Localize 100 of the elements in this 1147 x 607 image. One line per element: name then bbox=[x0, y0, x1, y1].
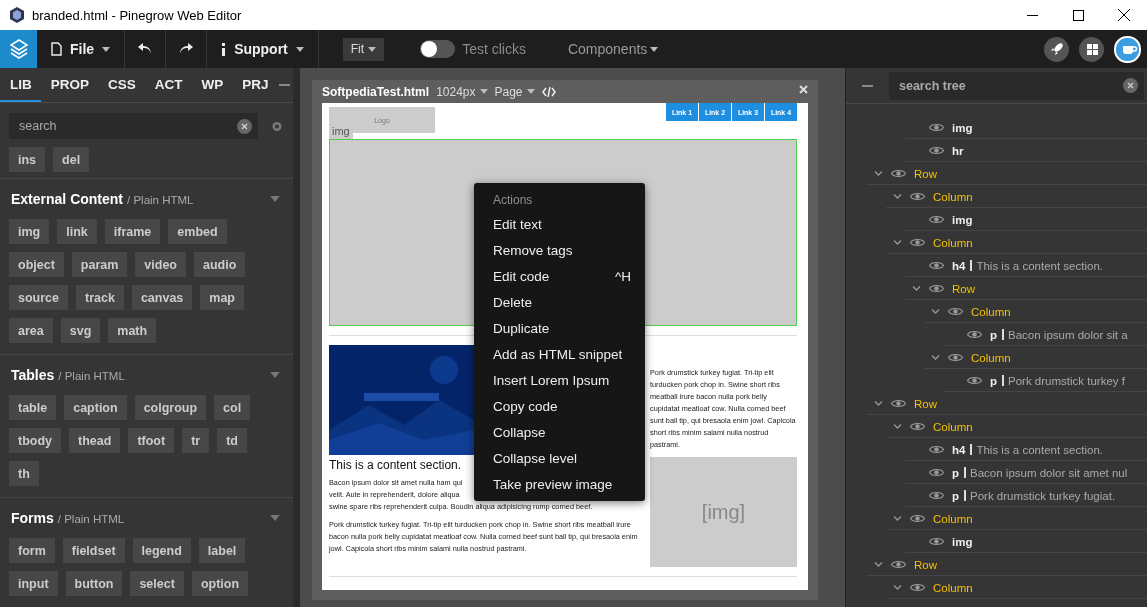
element-button[interactable]: video bbox=[135, 252, 186, 277]
tree-item[interactable]: Column bbox=[846, 415, 1147, 438]
eye-icon[interactable] bbox=[948, 307, 963, 316]
eye-icon[interactable] bbox=[929, 261, 944, 270]
element-button[interactable]: tr bbox=[182, 428, 210, 453]
test-clicks-toggle[interactable] bbox=[420, 40, 456, 58]
chevron-icon[interactable] bbox=[873, 399, 883, 408]
rocket-icon[interactable] bbox=[1044, 36, 1069, 62]
logo-icon[interactable] bbox=[0, 30, 37, 68]
menu-item[interactable]: Edit text bbox=[474, 211, 645, 237]
element-button[interactable]: tbody bbox=[9, 428, 62, 453]
menu-item[interactable]: Duplicate bbox=[474, 315, 645, 341]
search-field[interactable]: search bbox=[9, 113, 258, 139]
eye-icon[interactable] bbox=[929, 537, 944, 546]
element-button[interactable]: select bbox=[130, 571, 184, 596]
element-button[interactable]: form bbox=[9, 538, 55, 563]
eye-icon[interactable] bbox=[891, 399, 906, 408]
menu-item[interactable]: Copy code bbox=[474, 393, 645, 419]
tree-item[interactable]: h4 This is a content section. bbox=[846, 438, 1147, 461]
panel-tab[interactable]: PROP bbox=[40, 68, 98, 102]
element-button[interactable]: input bbox=[9, 571, 58, 596]
element-button[interactable]: embed bbox=[168, 219, 227, 244]
close-icon[interactable] bbox=[799, 85, 808, 94]
width-dropdown[interactable]: 1024px bbox=[436, 84, 488, 99]
tree-item[interactable]: hr bbox=[846, 139, 1147, 162]
element-button[interactable]: col bbox=[214, 395, 251, 420]
element-button[interactable]: thead bbox=[69, 428, 121, 453]
tree-item[interactable]: Column bbox=[846, 300, 1147, 323]
element-button[interactable]: ins bbox=[9, 147, 46, 172]
element-button[interactable]: canvas bbox=[131, 285, 193, 310]
eye-icon[interactable] bbox=[910, 583, 925, 592]
element-button[interactable]: source bbox=[9, 285, 68, 310]
eye-icon[interactable] bbox=[929, 123, 944, 132]
tree-item[interactable]: img bbox=[846, 530, 1147, 553]
tree-item[interactable]: img bbox=[846, 116, 1147, 139]
eye-icon[interactable] bbox=[910, 238, 925, 247]
chevron-icon[interactable] bbox=[873, 169, 883, 178]
panel-tab[interactable]: PRJ bbox=[232, 68, 278, 102]
panel-tab[interactable]: CSS bbox=[98, 68, 145, 102]
tree-item[interactable]: p Pork drumstick turkey fugiat. bbox=[846, 484, 1147, 507]
search-field[interactable]: search tree bbox=[889, 71, 1144, 100]
panel-tab[interactable]: LIB bbox=[0, 68, 41, 102]
element-button[interactable]: link bbox=[57, 219, 97, 244]
chevron-icon[interactable] bbox=[911, 284, 921, 293]
page-dropdown[interactable]: Page bbox=[494, 84, 535, 99]
menu-item[interactable]: Insert Lorem Ipsum bbox=[474, 367, 645, 393]
eye-icon[interactable] bbox=[929, 284, 944, 293]
eye-icon[interactable] bbox=[929, 215, 944, 224]
element-button[interactable]: iframe bbox=[104, 219, 161, 244]
chevron-icon[interactable] bbox=[892, 192, 902, 201]
eye-icon[interactable] bbox=[948, 353, 963, 362]
code-icon[interactable] bbox=[541, 86, 556, 97]
element-button[interactable]: img bbox=[9, 219, 50, 244]
element-button[interactable]: track bbox=[76, 285, 124, 310]
element-button[interactable]: map bbox=[200, 285, 244, 310]
eye-icon[interactable] bbox=[910, 422, 925, 431]
zoom-dropdown[interactable]: Fit bbox=[342, 37, 385, 61]
eye-icon[interactable] bbox=[929, 445, 944, 454]
menu-item[interactable]: Delete bbox=[474, 289, 645, 315]
tree-item[interactable]: p Bacon ipsum dolor sit amet nul bbox=[846, 461, 1147, 484]
eye-icon[interactable] bbox=[967, 330, 982, 339]
grid-icon[interactable] bbox=[1079, 36, 1104, 62]
tree-item[interactable]: p Pork drumstick turkey f bbox=[846, 369, 1147, 392]
chevron-icon[interactable] bbox=[892, 422, 902, 431]
cup-icon[interactable] bbox=[1114, 35, 1141, 63]
element-button[interactable]: tfoot bbox=[128, 428, 175, 453]
chevron-icon[interactable] bbox=[930, 353, 940, 362]
menu-item[interactable]: Collapse level bbox=[474, 445, 645, 471]
eye-icon[interactable] bbox=[891, 560, 906, 569]
tree-item[interactable]: Column bbox=[846, 346, 1147, 369]
menu-item[interactable]: Remove tags bbox=[474, 237, 645, 263]
eye-icon[interactable] bbox=[929, 491, 944, 500]
element-button[interactable]: svg bbox=[60, 318, 101, 343]
tree-item[interactable]: Column bbox=[846, 576, 1147, 599]
chevron-icon[interactable] bbox=[892, 583, 902, 592]
tree-item[interactable]: h4 This is a content section. bbox=[846, 254, 1147, 277]
element-button[interactable]: colgroup bbox=[134, 395, 207, 420]
tree-item[interactable]: Row bbox=[846, 277, 1147, 300]
element-button[interactable]: table bbox=[9, 395, 57, 420]
clear-icon[interactable] bbox=[1123, 78, 1138, 93]
tree-item[interactable]: p Bacon ipsum dolor sit a bbox=[846, 323, 1147, 346]
eye-icon[interactable] bbox=[929, 146, 944, 155]
clear-icon[interactable] bbox=[237, 118, 252, 134]
eye-icon[interactable] bbox=[929, 468, 944, 477]
menu-item[interactable]: Collapse bbox=[474, 419, 645, 445]
chevron-icon[interactable] bbox=[873, 560, 883, 569]
panel-tab[interactable]: WP bbox=[191, 68, 233, 102]
tree-item[interactable]: Row bbox=[846, 392, 1147, 415]
chevron-icon[interactable] bbox=[892, 514, 902, 523]
element-button[interactable]: option bbox=[191, 571, 249, 596]
element-button[interactable]: area bbox=[9, 318, 53, 343]
eye-icon[interactable] bbox=[967, 376, 982, 385]
element-button[interactable]: button bbox=[65, 571, 123, 596]
eye-icon[interactable] bbox=[891, 169, 906, 178]
chevron-icon[interactable] bbox=[892, 238, 902, 247]
panel-tab[interactable]: ACT bbox=[144, 68, 192, 102]
element-button[interactable]: param bbox=[71, 252, 128, 277]
menu-item[interactable]: Take preview image bbox=[474, 471, 645, 497]
eye-icon[interactable] bbox=[910, 192, 925, 201]
tree-item[interactable]: Row bbox=[846, 553, 1147, 576]
